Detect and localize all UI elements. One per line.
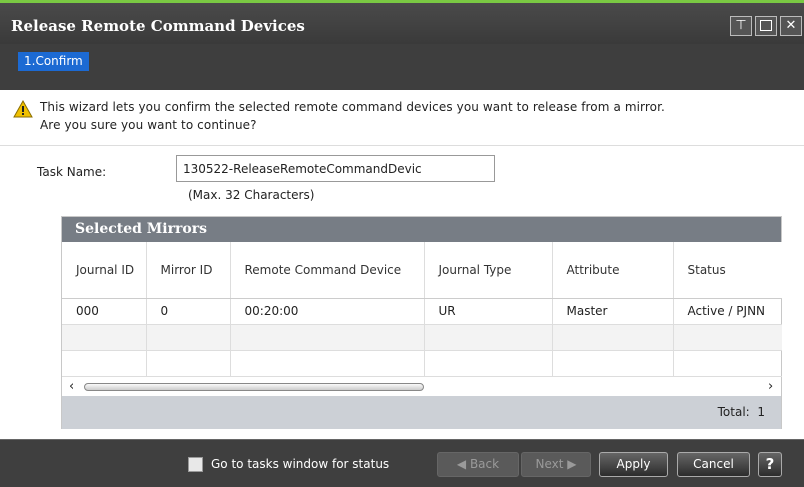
go-to-tasks-checkbox[interactable] (188, 457, 203, 472)
panel-title: Selected Mirrors (62, 217, 781, 242)
cell-mirror-id: 0 (146, 298, 231, 325)
empty-row (62, 350, 782, 377)
pin-icon[interactable]: ⊤ (730, 16, 752, 36)
cell-remote-command-device: 00:20:00 (230, 298, 425, 325)
wizard-step-bar: 1.Confirm (0, 44, 804, 90)
column-header-status[interactable]: Status (673, 242, 782, 299)
warning-message: This wizard lets you confirm the selecte… (0, 90, 804, 146)
scroll-right-icon[interactable]: › (768, 379, 773, 394)
back-button[interactable]: ◀ Back (437, 452, 519, 477)
table-footer: Total: 1 (62, 396, 781, 429)
cell-journal-type: UR (424, 298, 553, 325)
step-confirm: 1.Confirm (18, 52, 89, 71)
cancel-button[interactable]: Cancel (677, 452, 750, 477)
warning-line-2: Are you sure you want to continue? (40, 118, 257, 132)
warning-icon (13, 100, 33, 118)
warning-line-1: This wizard lets you confirm the selecte… (40, 100, 665, 114)
cell-status: Active / PJNN (673, 298, 782, 325)
next-button[interactable]: Next ▶ (521, 452, 591, 477)
table-header-row: Journal ID Mirror ID Remote Command Devi… (62, 242, 782, 299)
column-header-attribute[interactable]: Attribute (552, 242, 674, 299)
go-to-tasks-label[interactable]: Go to tasks window for status (211, 457, 389, 471)
column-header-journal-id[interactable]: Journal ID (62, 242, 147, 299)
window-title: Release Remote Command Devices (11, 17, 305, 35)
column-header-remote-command-device[interactable]: Remote Command Device (230, 242, 425, 299)
window-titlebar: Release Remote Command Devices ⊤ ✕ (0, 0, 804, 44)
total-count: Total: 1 (717, 405, 765, 419)
table-row[interactable]: 000 0 00:20:00 UR Master Active / PJNN (62, 298, 782, 325)
horizontal-scrollbar[interactable]: ‹ › (62, 376, 781, 396)
mirrors-table: Journal ID Mirror ID Remote Command Devi… (62, 242, 782, 377)
close-icon[interactable]: ✕ (780, 16, 802, 36)
empty-row (62, 324, 782, 351)
column-header-journal-type[interactable]: Journal Type (424, 242, 553, 299)
task-name-input[interactable] (176, 155, 495, 182)
apply-button[interactable]: Apply (599, 452, 668, 477)
task-name-label: Task Name: (37, 165, 107, 179)
selected-mirrors-panel: Selected Mirrors Journal ID Mirror ID Re… (61, 216, 782, 429)
help-button[interactable]: ? (758, 452, 782, 477)
task-name-hint: (Max. 32 Characters) (188, 188, 315, 202)
cell-journal-id: 000 (62, 298, 147, 325)
maximize-icon[interactable] (755, 16, 777, 36)
scroll-left-icon[interactable]: ‹ (69, 379, 74, 394)
wizard-footer: Go to tasks window for status ◀ Back Nex… (0, 439, 804, 487)
column-header-mirror-id[interactable]: Mirror ID (146, 242, 231, 299)
scrollbar-thumb[interactable] (84, 383, 424, 391)
cell-attribute: Master (552, 298, 674, 325)
